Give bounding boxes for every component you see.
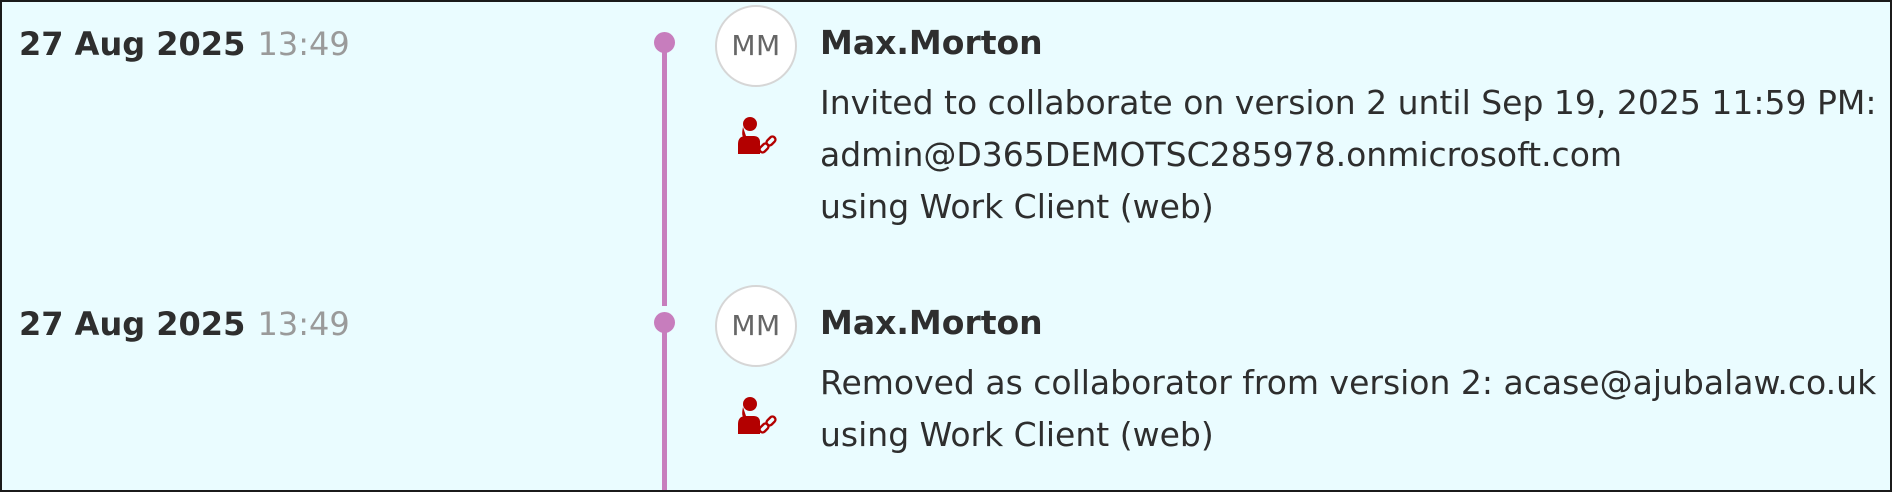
entry-message-line: Removed as collaborator from version 2: … [820,363,1877,402]
avatar[interactable]: MM [715,5,797,87]
timestamp: 27 Aug 2025 13:49 [19,24,350,64]
timestamp: 27 Aug 2025 13:49 [19,304,350,344]
user-link-icon [738,117,777,154]
entry-time: 13:49 [257,25,350,63]
entry-message-line: admin@D365DEMOTSC285978.onmicrosoft.com [820,135,1623,174]
timeline-dot [654,312,675,333]
entry-message-line: Invited to collaborate on version 2 unti… [820,83,1877,122]
entry-message-line: using Work Client (web) [820,415,1214,454]
timeline-dot [654,32,675,53]
entry-message-line: using Work Client (web) [820,187,1214,226]
user-link-icon [738,397,777,434]
user-name[interactable]: Max.Morton [820,302,1043,344]
entry-time: 13:49 [257,305,350,343]
entry-date: 27 Aug 2025 [19,305,246,343]
avatar[interactable]: MM [715,285,797,367]
timeline-line [662,322,667,490]
timeline-line [662,42,667,306]
activity-timeline: 27 Aug 2025 13:49 MM Max.Morton Invited … [0,0,1892,492]
user-name[interactable]: Max.Morton [820,22,1043,64]
entry-date: 27 Aug 2025 [19,25,246,63]
